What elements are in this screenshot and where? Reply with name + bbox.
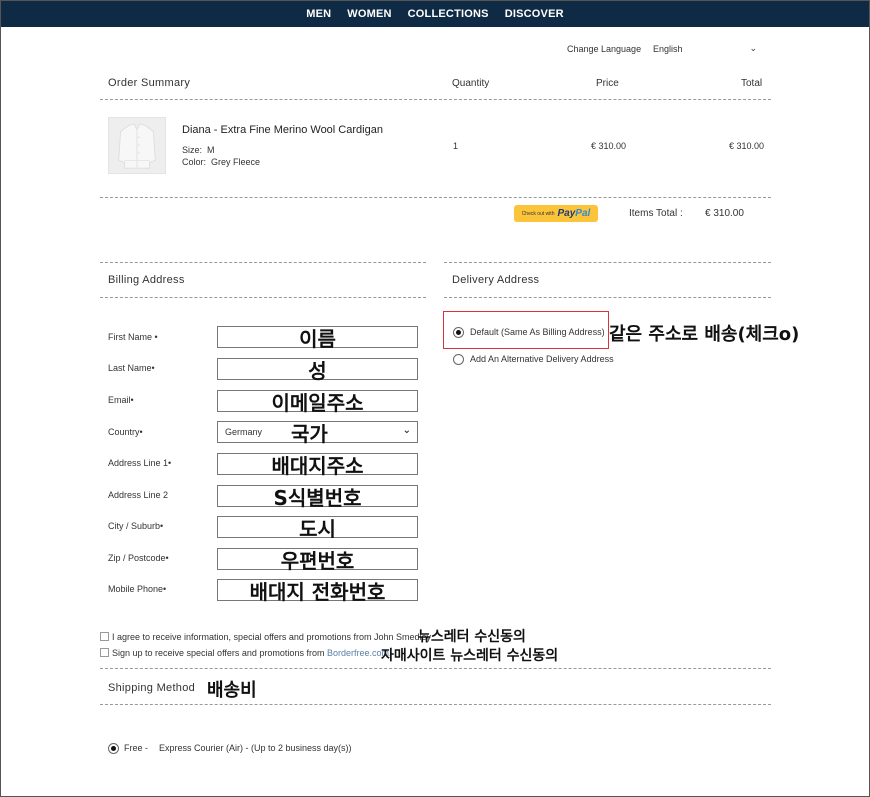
delivery-annotation: 같은 주소로 배송(체크o) bbox=[609, 324, 800, 345]
country-label: Country• bbox=[108, 427, 143, 437]
chevron-down-icon: ⌄ bbox=[749, 44, 757, 54]
city-input[interactable]: 도시 bbox=[217, 516, 418, 541]
annotation-text: 국가 bbox=[291, 421, 328, 446]
delivery-alternative-radio[interactable] bbox=[453, 354, 464, 365]
divider bbox=[100, 197, 771, 198]
product-color-label: Color: bbox=[182, 157, 207, 167]
newsletter-text: I agree to receive information, special … bbox=[112, 632, 431, 642]
product-size-value: M bbox=[207, 145, 215, 155]
shipping-annotation: 배송비 bbox=[207, 680, 257, 701]
chevron-down-icon: ⌄ bbox=[402, 425, 411, 436]
annotation-text: 배대지 전화번호 bbox=[249, 579, 386, 604]
shipping-option-price: Free - bbox=[124, 743, 149, 753]
divider bbox=[100, 262, 426, 263]
mobile-phone-input[interactable]: 배대지 전화번호 bbox=[217, 579, 418, 604]
shipping-method-title: Shipping Method bbox=[108, 682, 196, 694]
delivery-default-radio[interactable] bbox=[453, 327, 464, 338]
annotation-text: S식별번호 bbox=[273, 485, 362, 510]
last-name-input[interactable]: 성 bbox=[217, 358, 418, 383]
nav-women[interactable]: WOMEN bbox=[347, 8, 391, 20]
first-name-input[interactable]: 이름 bbox=[217, 326, 418, 351]
annotation-text: 도시 bbox=[299, 516, 336, 541]
language-select[interactable]: English ⌄ bbox=[649, 41, 761, 57]
address-line-1-label: Address Line 1• bbox=[108, 458, 172, 468]
delivery-alternative-label: Add An Alternative Delivery Address bbox=[470, 354, 614, 364]
shipping-free-radio[interactable] bbox=[108, 743, 119, 754]
product-quantity: 1 bbox=[453, 141, 459, 151]
product-price: € 310.00 bbox=[591, 141, 627, 151]
annotation-text: 우편번호 bbox=[280, 548, 355, 573]
column-total: Total bbox=[741, 78, 763, 89]
order-summary-title: Order Summary bbox=[108, 77, 191, 89]
product-thumbnail bbox=[108, 117, 166, 174]
address-line-1-input[interactable]: 배대지주소 bbox=[217, 453, 418, 478]
country-select[interactable]: Germany 국가 ⌄ bbox=[217, 421, 418, 446]
product-size-label: Size: bbox=[182, 145, 203, 155]
borderfree-checkbox[interactable] bbox=[100, 648, 109, 657]
language-label: Change Language bbox=[567, 44, 642, 54]
paypal-logo: PayPal bbox=[557, 208, 591, 219]
borderfree-annotation: 자매사이트 뉴스레터 수신동의 bbox=[381, 648, 559, 664]
newsletter-annotation: 뉴스레터 수신동의 bbox=[418, 629, 526, 645]
borderfree-text: Sign up to receive special offers and pr… bbox=[112, 648, 392, 658]
divider bbox=[444, 262, 771, 263]
product-name: Diana - Extra Fine Merino Wool Cardigan bbox=[182, 124, 383, 136]
delivery-address-title: Delivery Address bbox=[452, 274, 540, 286]
paypal-checkout-button[interactable]: Check out with PayPal bbox=[514, 205, 598, 222]
address-line-2-label: Address Line 2 bbox=[108, 490, 169, 500]
column-price: Price bbox=[596, 78, 619, 89]
shipping-option-desc: Express Courier (Air) - (Up to 2 busines… bbox=[159, 743, 352, 753]
billing-address-title: Billing Address bbox=[108, 274, 185, 286]
product-total: € 310.00 bbox=[729, 141, 765, 151]
divider bbox=[100, 704, 771, 705]
column-quantity: Quantity bbox=[452, 78, 490, 89]
divider bbox=[100, 668, 771, 669]
annotation-text: 이름 bbox=[299, 326, 336, 351]
city-label: City / Suburb• bbox=[108, 521, 164, 531]
paypal-small-text: Check out with bbox=[521, 210, 555, 217]
items-total-label: Items Total : bbox=[629, 208, 683, 219]
last-name-label: Last Name• bbox=[108, 363, 155, 373]
annotation-text: 성 bbox=[308, 358, 327, 383]
nav-discover[interactable]: DISCOVER bbox=[505, 8, 564, 20]
nav-men[interactable]: MEN bbox=[306, 8, 331, 20]
borderfree-link[interactable]: Borderfree.com bbox=[327, 648, 389, 658]
delivery-default-label: Default (Same As Billing Address) bbox=[470, 327, 605, 337]
annotation-text: 배대지주소 bbox=[271, 453, 364, 478]
divider bbox=[100, 99, 771, 100]
annotation-text: 이메일주소 bbox=[271, 390, 364, 415]
items-total-value: € 310.00 bbox=[705, 208, 744, 219]
divider bbox=[100, 297, 426, 298]
zip-label: Zip / Postcode• bbox=[108, 553, 169, 563]
country-value: Germany bbox=[225, 427, 263, 437]
newsletter-checkbox[interactable] bbox=[100, 632, 109, 641]
mobile-phone-label: Mobile Phone• bbox=[108, 584, 167, 594]
divider bbox=[444, 297, 771, 298]
zip-input[interactable]: 우편번호 bbox=[217, 548, 418, 573]
first-name-label: First Name • bbox=[108, 332, 158, 342]
language-value: English bbox=[653, 44, 683, 54]
top-nav: MEN WOMEN COLLECTIONS DISCOVER bbox=[1, 1, 869, 27]
email-label: Email• bbox=[108, 395, 134, 405]
email-input[interactable]: 이메일주소 bbox=[217, 390, 418, 415]
address-line-2-input[interactable]: S식별번호 bbox=[217, 485, 418, 510]
nav-collections[interactable]: COLLECTIONS bbox=[408, 8, 489, 20]
cardigan-image bbox=[118, 123, 156, 169]
product-color-value: Grey Fleece bbox=[211, 157, 261, 167]
